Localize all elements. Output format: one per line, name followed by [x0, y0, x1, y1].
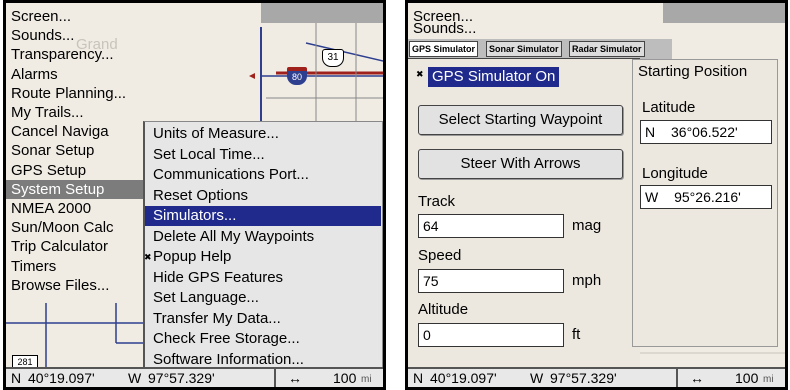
submenu-item-set-language[interactable]: Set Language...: [145, 288, 381, 308]
submenu-item-label: Set Language...: [153, 289, 259, 306]
submenu-item-label: Units of Measure...: [153, 125, 279, 142]
status-bar: N 40°19.097' W 97°57.329' ↔ 100 mi: [6, 367, 383, 387]
menu-item-nmea-2000[interactable]: NMEA 2000: [6, 199, 91, 218]
menu-item-timers[interactable]: Timers: [6, 257, 56, 276]
menu-item-cancel-naviga[interactable]: Cancel Naviga: [6, 122, 109, 141]
submenu-item-label: Delete All My Waypoints: [153, 227, 315, 245]
submenu-item-label: Software Information...: [153, 350, 304, 368]
submenu-item-label: Check Free Storage...: [153, 330, 300, 347]
submenu-item-label: Reset Options: [153, 186, 249, 204]
latitude-label: Latitude: [642, 99, 696, 116]
status-range-unit: mi: [361, 374, 372, 385]
menu-item-sounds[interactable]: Sounds...: [6, 26, 74, 45]
tab-gps-simulator[interactable]: GPS Simulator: [409, 41, 479, 57]
altitude-label: Altitude: [418, 301, 469, 318]
longitude-value: 95°26.216': [674, 189, 741, 205]
gps-on-checkbox[interactable]: ✖: [416, 68, 424, 80]
menu-item-system-setup[interactable]: System Setup: [6, 179, 143, 199]
interstate-shield-80: 80: [287, 67, 307, 85]
longitude-label: Longitude: [642, 165, 708, 182]
submenu-item-delete-all-my-waypoints[interactable]: Delete All My Waypoints: [145, 227, 381, 247]
submenu-item-simulators[interactable]: Simulators...: [145, 206, 381, 226]
submenu-item-set-local-time[interactable]: Set Local Time...: [145, 145, 381, 165]
latitude-input[interactable]: N 36°06.522': [640, 120, 772, 144]
menu-item-route-planning[interactable]: Route Planning...: [6, 84, 126, 103]
longitude-input[interactable]: W 95°26.216': [640, 185, 772, 209]
steer-with-arrows-button[interactable]: Steer With Arrows: [418, 149, 623, 179]
submenu-item-popup-help[interactable]: ✖ Popup Help: [144, 247, 381, 267]
submenu-item-label: Hide GPS Features: [153, 268, 284, 286]
menu-item-sun-moon-calc[interactable]: Sun/Moon Calc: [6, 218, 114, 237]
submenu-item-label: Simulators...: [153, 207, 237, 224]
submenu-item-label: Transfer My Data...: [153, 309, 281, 327]
status-lon-hemi: W: [128, 370, 142, 386]
highway-shield-31: 31: [322, 49, 344, 67]
submenu-item-transfer-my-data[interactable]: Transfer My Data...: [145, 309, 381, 329]
tab-radar-simulator[interactable]: Radar Simulator: [569, 41, 645, 57]
menu-item-alarms[interactable]: Alarms: [6, 65, 58, 84]
status-latitude: 40°19.097': [28, 370, 95, 386]
status-bar: N 40°19.097' W 97°57.329' ↔ 100 mi: [408, 367, 785, 387]
track-input[interactable]: 64: [418, 214, 564, 238]
status-lat-hemi: N: [11, 370, 22, 386]
starting-position-title: Starting Position: [638, 63, 748, 80]
popup-help-check-icon: ✖: [144, 252, 152, 262]
menu-item-gps-setup[interactable]: GPS Setup: [6, 161, 86, 180]
track-unit: mag: [572, 217, 602, 234]
status-lon-hemi: W: [530, 370, 544, 386]
menu-item-transparency[interactable]: Transparency...: [6, 45, 114, 64]
menu-item-trip-calculator[interactable]: Trip Calculator: [6, 237, 108, 256]
submenu-item-label: Set Local Time...: [153, 145, 265, 163]
latitude-value: 36°06.522': [671, 124, 738, 140]
speed-unit: mph: [572, 272, 602, 289]
speed-label: Speed: [418, 247, 462, 264]
tab-sonar-simulator[interactable]: Sonar Simulator: [486, 41, 562, 57]
submenu-item-reset-options[interactable]: Reset Options: [145, 186, 381, 206]
menu-item-my-trails[interactable]: My Trails...: [6, 103, 84, 122]
menu-item-sonar-setup[interactable]: Sonar Setup: [6, 141, 94, 160]
submenu-item-check-free-storage[interactable]: Check Free Storage...: [145, 329, 381, 349]
status-range-unit: mi: [763, 374, 774, 385]
track-label: Track: [418, 193, 455, 210]
submenu-item-label: Communications Port...: [153, 166, 309, 183]
submenu-item-units-of-measure[interactable]: Units of Measure...: [145, 124, 381, 144]
gps-on-label[interactable]: GPS Simulator On: [428, 67, 560, 87]
altitude-input[interactable]: 0: [418, 323, 564, 347]
submenu-item-communications-port[interactable]: Communications Port...: [145, 165, 381, 185]
menu-item-browse-files[interactable]: Browse Files...: [6, 276, 109, 295]
select-starting-waypoint-button[interactable]: Select Starting Waypoint: [418, 105, 623, 135]
status-lat-hemi: N: [413, 370, 424, 386]
system-setup-submenu: Units of Measure... Set Local Time... Comm…: [143, 121, 383, 371]
altitude-unit: ft: [572, 326, 581, 343]
status-longitude: 97°57.329': [550, 370, 617, 386]
submenu-item-label: Popup Help: [153, 248, 232, 265]
latitude-hemi: N: [645, 124, 656, 140]
status-longitude: 97°57.329': [148, 370, 215, 386]
menu-item-screen[interactable]: Screen...: [6, 7, 71, 26]
range-arrow-icon: ↔: [288, 370, 302, 386]
longitude-hemi: W: [645, 189, 659, 205]
status-latitude: 40°19.097': [430, 370, 497, 386]
speed-input[interactable]: 75: [418, 269, 564, 293]
submenu-item-hide-gps-features[interactable]: Hide GPS Features: [145, 268, 381, 288]
status-range: 100: [735, 370, 759, 386]
right-screen: 281 Screen... Sounds... GPS Simulator So…: [405, 0, 788, 390]
menu-item-sounds[interactable]: Sounds...: [408, 22, 476, 34]
status-range: 100: [333, 370, 357, 386]
left-screen: 31 80 281 Grand Screen... Sounds... Transp…: [3, 0, 386, 390]
range-arrow-icon: ↔: [690, 370, 704, 386]
